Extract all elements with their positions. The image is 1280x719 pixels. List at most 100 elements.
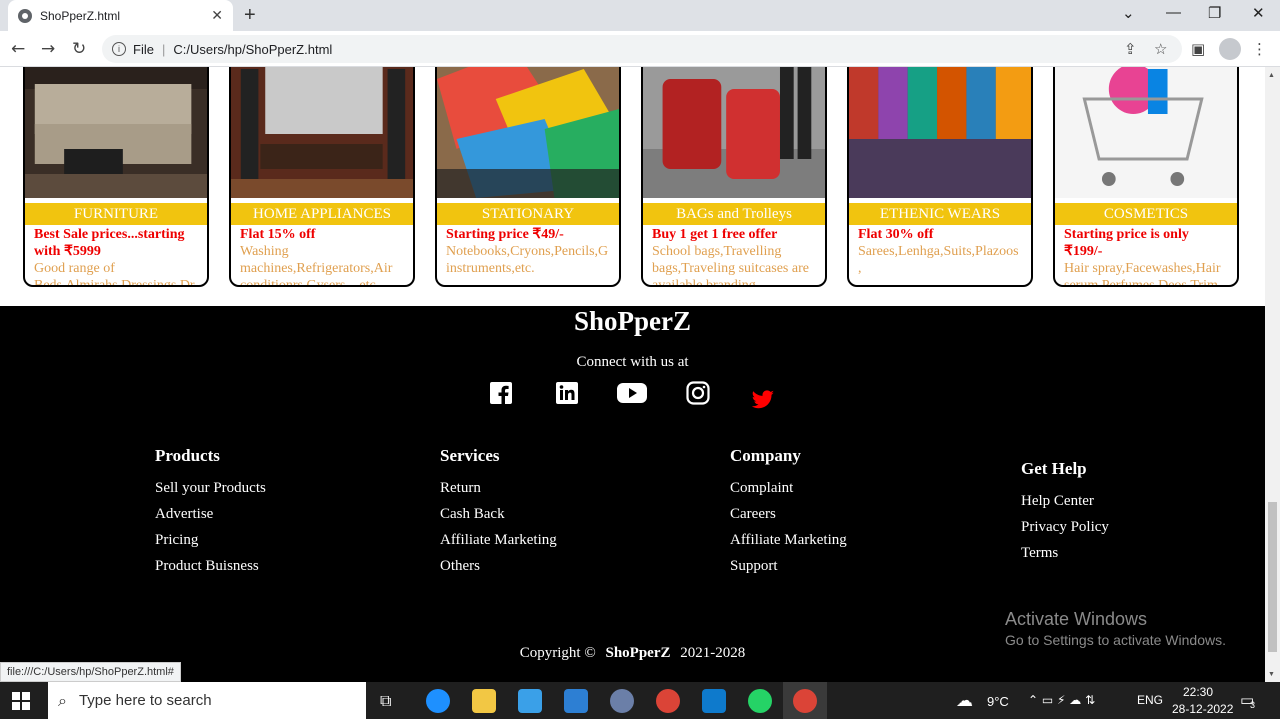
footer-link[interactable]: Affiliate Marketing xyxy=(730,527,847,553)
linkedin-icon[interactable] xyxy=(555,381,579,405)
footer-link[interactable]: Sell your Products xyxy=(155,475,266,501)
page-scrollbar[interactable]: ▲ ▼ xyxy=(1265,67,1280,682)
edge-icon[interactable] xyxy=(426,689,450,713)
toolbar: ← → ↻ i File | C:/Users/hp/ShoPperZ.html… xyxy=(0,31,1280,67)
new-tab-button[interactable]: + xyxy=(244,4,256,27)
taskbar-search[interactable]: ⌕ Type here to search xyxy=(48,682,366,719)
close-tab-icon[interactable]: ✕ xyxy=(211,7,223,24)
card-offer: Starting price ₹49/- xyxy=(446,227,564,242)
browser-tab[interactable]: ShoPperZ.html ✕ xyxy=(8,0,233,31)
globe-icon xyxy=(18,8,32,23)
mail-icon[interactable] xyxy=(564,689,588,713)
footer-link[interactable]: Product Buisness xyxy=(155,553,266,579)
task-view-icon[interactable]: ⧉ xyxy=(380,691,404,715)
category-card-home-appliances[interactable]: HOME APPLIANCES Flat 15% off Washing mac… xyxy=(229,67,415,287)
windows-taskbar: ⌕ Type here to search ⧉ ☁ 9°C ⌃ ▭ ⚡ ☁ ⇅ … xyxy=(0,682,1280,719)
restore-button[interactable]: ❐ xyxy=(1208,4,1221,22)
instagram-icon[interactable] xyxy=(686,381,710,405)
settings-app-icon[interactable] xyxy=(610,689,634,713)
weather-icon[interactable]: ☁ xyxy=(956,691,973,711)
vscode-icon[interactable] xyxy=(702,689,726,713)
footer-link[interactable]: Careers xyxy=(730,501,847,527)
copyright-prefix: Copyright © xyxy=(519,645,596,661)
store-icon[interactable] xyxy=(518,689,542,713)
footer-col-get-help: Get Help Help Center Privacy Policy Term… xyxy=(1021,459,1109,566)
page-viewport: FURNITURE Best Sale prices...starting wi… xyxy=(0,67,1265,682)
chrome-icon[interactable] xyxy=(656,689,680,713)
twitter-icon[interactable] xyxy=(750,388,776,412)
bags-image xyxy=(643,67,825,198)
minimize-button[interactable]: — xyxy=(1166,4,1181,21)
watermark-subtitle: Go to Settings to activate Windows. xyxy=(1005,632,1226,648)
footer-link[interactable]: Help Center xyxy=(1021,488,1109,514)
card-offer: Starting price is only ₹199/- xyxy=(1064,227,1189,259)
category-card-cosmetics[interactable]: COSMETICS Starting price is only ₹199/- … xyxy=(1053,67,1239,287)
footer-link[interactable]: Privacy Policy xyxy=(1021,514,1109,540)
footer-link[interactable]: Complaint xyxy=(730,475,847,501)
card-title: COSMETICS xyxy=(1055,203,1237,225)
address-bar[interactable]: i File | C:/Users/hp/ShoPperZ.html xyxy=(102,35,1182,63)
copyright-years: 2021-2028 xyxy=(680,645,746,661)
address-text[interactable]: C:/Users/hp/ShoPperZ.html xyxy=(173,42,332,57)
windows-start-icon[interactable] xyxy=(12,692,30,710)
footer-link[interactable]: Cash Back xyxy=(440,501,557,527)
profile-avatar[interactable] xyxy=(1219,38,1241,60)
ethenic-wears-image xyxy=(849,67,1031,198)
tab-search-icon[interactable]: ⌄ xyxy=(1122,4,1135,22)
scroll-down-icon[interactable]: ▼ xyxy=(1268,670,1275,678)
tab-title: ShoPperZ.html xyxy=(40,8,121,23)
tray-icons[interactable]: ⌃ ▭ ⚡ ☁ ⇅ xyxy=(1028,693,1095,707)
footer-col-company: Company Complaint Careers Affiliate Mark… xyxy=(730,446,847,579)
card-offer: Flat 15% off xyxy=(240,227,316,242)
card-title: STATIONARY xyxy=(437,203,619,225)
browser-chrome: ShoPperZ.html ✕ + ⌄ — ❐ ✕ ← → ↻ i File |… xyxy=(0,0,1280,67)
language-indicator[interactable]: ENG xyxy=(1137,693,1163,707)
weather-temp[interactable]: 9°C xyxy=(987,694,1009,709)
watermark-title: Activate Windows xyxy=(1005,609,1148,629)
footer-link[interactable]: Others xyxy=(440,553,557,579)
category-card-bags[interactable]: BAGs and Trolleys Buy 1 get 1 free offer… xyxy=(641,67,827,287)
notification-count: 3 xyxy=(1250,700,1256,710)
bookmark-star-icon[interactable]: ☆ xyxy=(1154,40,1167,58)
youtube-icon[interactable] xyxy=(617,381,647,405)
category-card-stationary[interactable]: STATIONARY Starting price ₹49/- Notebook… xyxy=(435,67,621,287)
footer-link[interactable]: Support xyxy=(730,553,847,579)
status-bar-url: file:///C:/Users/hp/ShoPperZ.html# xyxy=(0,662,181,682)
clock-time[interactable]: 22:30 xyxy=(1183,685,1213,699)
card-title: BAGs and Trolleys xyxy=(643,203,825,225)
card-description: Hair spray,Facewashes,Hair serum,Perfume… xyxy=(1064,261,1221,287)
cosmetics-image xyxy=(1055,67,1237,198)
home-appliances-image xyxy=(231,67,413,198)
close-window-button[interactable]: ✕ xyxy=(1252,4,1265,22)
menu-icon[interactable]: ⋮ xyxy=(1252,40,1267,58)
clock-date[interactable]: 28-12-2022 xyxy=(1172,702,1233,716)
copyright-brand: ShoPperZ xyxy=(605,645,671,661)
footer-link[interactable]: Return xyxy=(440,475,557,501)
footer-link[interactable]: Affiliate Marketing xyxy=(440,527,557,553)
card-title: ETHENIC WEARS xyxy=(849,203,1031,225)
footer-col-products: Products Sell your Products Advertise Pr… xyxy=(155,446,266,579)
footer-link[interactable]: Advertise xyxy=(155,501,266,527)
category-card-ethenic-wears[interactable]: ETHENIC WEARS Flat 30% off Sarees,Lenhga… xyxy=(847,67,1033,287)
file-explorer-icon[interactable] xyxy=(472,689,496,713)
whatsapp-icon[interactable] xyxy=(748,689,772,713)
file-label: File xyxy=(133,41,154,57)
stationary-image xyxy=(437,67,619,198)
info-icon[interactable]: i xyxy=(112,42,126,56)
footer-link[interactable]: Pricing xyxy=(155,527,266,553)
scroll-up-icon[interactable]: ▲ xyxy=(1268,71,1275,79)
activate-windows-watermark: Activate Windows Go to Settings to activ… xyxy=(1005,609,1226,648)
facebook-icon[interactable] xyxy=(489,381,513,405)
chrome-active-icon[interactable] xyxy=(793,689,817,713)
scroll-thumb[interactable] xyxy=(1268,502,1277,652)
footer-link[interactable]: Terms xyxy=(1021,540,1109,566)
back-icon[interactable]: ← xyxy=(11,39,25,59)
share-icon[interactable]: ⇪ xyxy=(1124,40,1137,58)
category-card-furniture[interactable]: FURNITURE Best Sale prices...starting wi… xyxy=(23,67,209,287)
side-panel-icon[interactable]: ▣ xyxy=(1191,40,1205,58)
reload-icon[interactable]: ↻ xyxy=(72,39,86,59)
footer-col-services: Services Return Cash Back Affiliate Mark… xyxy=(440,446,557,579)
card-description: Sarees,Lenhga,Suits,Plazoos, xyxy=(858,244,1019,276)
forward-icon[interactable]: → xyxy=(41,39,55,59)
footer-col-heading: Get Help xyxy=(1021,459,1087,478)
